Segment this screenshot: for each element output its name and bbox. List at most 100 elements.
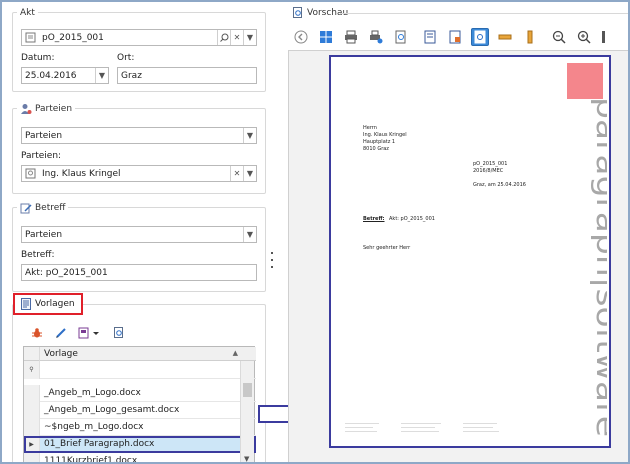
chevron-down-icon[interactable]: ▼: [243, 227, 256, 242]
page-setup-icon[interactable]: [446, 28, 464, 46]
aktnr-field[interactable]: pO_2015_001 ✕ ▼: [21, 29, 257, 46]
filter-row[interactable]: ⚲: [24, 360, 256, 379]
brand-text: paragraph|software: [590, 97, 607, 437]
preview-refresh-icon[interactable]: [111, 325, 127, 341]
table-row-selected[interactable]: ▶ 01_Brief Paragraph.docx: [24, 435, 256, 453]
windows-icon[interactable]: [317, 28, 335, 46]
akt-title: Akt: [20, 7, 35, 18]
page-search-icon[interactable]: [392, 28, 410, 46]
footer-line: [463, 427, 493, 428]
ort-field[interactable]: Graz: [117, 67, 257, 84]
table-row[interactable]: _Angeb_m_Logo.docx: [24, 384, 256, 402]
zoom-in-icon[interactable]: [575, 28, 593, 46]
doc-address-line: Ing. Klaus Kringel: [363, 132, 407, 138]
preview-area[interactable]: Herrn Ing. Klaus Kringel Hauptplatz 1 80…: [288, 50, 628, 462]
row-label: 1111Kurzbrief1.docx: [44, 456, 138, 464]
preview-mode-icon[interactable]: [471, 28, 489, 46]
brand-watermark: paragraph|software: [557, 97, 624, 445]
betreff-dropdown-value: Parteien: [25, 229, 63, 240]
row-indicator: [24, 418, 40, 436]
grid-header: Vorlage ▲: [24, 347, 256, 361]
vorlagen-title: Vorlagen: [35, 299, 75, 309]
ort-value: Graz: [121, 70, 142, 81]
toolbar-overflow[interactable]: [600, 28, 608, 46]
chevron-down-icon[interactable]: ▼: [243, 30, 256, 45]
datum-field[interactable]: 25.04.2016 ▼: [21, 67, 109, 84]
table-row[interactable]: ~$ngeb_m_Logo.docx: [24, 418, 256, 436]
vorlagen-grid: Vorlage ▲ ⚲ _Angeb_m_Logo.docx _Angeb_m_…: [23, 346, 256, 464]
vorlagen-toolbar: [29, 325, 135, 341]
doc-salutation: Sehr geehrter Herr: [363, 245, 411, 251]
doc-date: Graz, am 25.04.2016: [473, 182, 526, 188]
row-indicator: [24, 452, 40, 462]
parteien-dropdown[interactable]: Parteien ▼: [21, 127, 257, 144]
column-header-vorlage[interactable]: Vorlage: [44, 349, 78, 359]
parteien-field[interactable]: Ing. Klaus Kringel ✕ ▼: [21, 165, 257, 182]
row-indicator: [24, 401, 40, 419]
print-setup-icon[interactable]: [367, 28, 385, 46]
app-window: Akt pO_2015_001 ✕ ▼ Datum: Ort: 25.04.20…: [0, 0, 630, 464]
akt-group: Akt pO_2015_001 ✕ ▼ Datum: Ort: 25.04.20…: [12, 6, 266, 92]
footer-line: [401, 427, 435, 428]
print-icon[interactable]: [342, 28, 360, 46]
chevron-down-icon[interactable]: ▼: [95, 68, 108, 83]
header-divider: [340, 13, 628, 14]
grid-corner: [24, 347, 40, 361]
edit-pencil-icon[interactable]: [53, 325, 69, 341]
vorschau-panel: Vorschau Herrn Ing. Klaus Kringel Hauptp…: [282, 4, 628, 462]
parteien-title: Parteien: [35, 103, 73, 114]
document-icon: [25, 168, 36, 179]
template-menu-button[interactable]: [77, 325, 103, 341]
doc-address-line: 8010 Graz: [363, 146, 389, 152]
doc-reference: 2016/8/MEC: [473, 168, 504, 174]
footer-line: [345, 427, 373, 428]
preview-toolbar: [292, 26, 608, 48]
bug-icon[interactable]: [29, 325, 45, 341]
splitter-handle[interactable]: [269, 252, 275, 268]
chevron-down-icon[interactable]: ▼: [243, 128, 256, 143]
filter-pin-icon: ⚲: [24, 360, 40, 379]
splitter-dot: [271, 252, 273, 254]
betreff-title: Betreff: [35, 202, 66, 213]
footer-line: [401, 431, 439, 432]
template-list-icon: [20, 298, 32, 310]
logo-square: [567, 63, 603, 99]
parteien-group-title: Parteien: [17, 102, 76, 115]
left-panel: Akt pO_2015_001 ✕ ▼ Datum: Ort: 25.04.20…: [4, 4, 274, 464]
doc-betreff-value: Akt: pO_2015_001: [389, 216, 435, 222]
table-row[interactable]: 1111Kurzbrief1.docx: [24, 452, 256, 464]
datum-value: 25.04.2016: [25, 70, 77, 81]
scroll-down-icon[interactable]: ▼: [244, 455, 249, 462]
single-page-icon[interactable]: [421, 28, 439, 46]
footer-line: [463, 431, 499, 432]
table-row[interactable]: _Angeb_m_Logo_gesamt.docx: [24, 401, 256, 419]
parteien-group: Parteien Parteien ▼ Parteien: Ing. Klaus…: [12, 102, 266, 194]
doc-address-line: Hauptplatz 1: [363, 139, 396, 145]
back-icon[interactable]: [292, 28, 310, 46]
akt-group-title: Akt: [17, 6, 38, 19]
row-label: 01_Brief Paragraph.docx: [44, 439, 155, 449]
zoom-out-icon[interactable]: [550, 28, 568, 46]
row-indicator: [24, 384, 40, 402]
splitter-dot: [271, 259, 273, 261]
betreff-field[interactable]: Akt: pO_2015_001: [21, 264, 257, 281]
chevron-down-icon[interactable]: ▼: [243, 166, 256, 181]
parteien-value: Ing. Klaus Kringel: [42, 168, 121, 179]
doc-footer: [345, 423, 545, 439]
clear-icon[interactable]: ✕: [230, 166, 243, 181]
search-icon[interactable]: [217, 30, 230, 45]
doc-betreff-label: Betreff:: [363, 216, 385, 222]
ort-label: Ort:: [117, 53, 135, 63]
vertical-scrollbar[interactable]: ▼: [240, 361, 254, 462]
scale-icon[interactable]: [496, 28, 514, 46]
ruler-icon[interactable]: [521, 28, 539, 46]
parteien-label: Parteien:: [21, 151, 62, 161]
row-current-indicator: ▶: [24, 435, 40, 453]
scroll-thumb[interactable]: [243, 383, 252, 397]
sort-up-icon[interactable]: ▲: [233, 349, 238, 357]
betreff-label: Betreff:: [21, 250, 55, 260]
betreff-dropdown[interactable]: Parteien ▼: [21, 226, 257, 243]
betreff-group-title: Betreff: [17, 201, 69, 214]
document-icon: [25, 32, 36, 43]
clear-icon[interactable]: ✕: [230, 30, 243, 45]
